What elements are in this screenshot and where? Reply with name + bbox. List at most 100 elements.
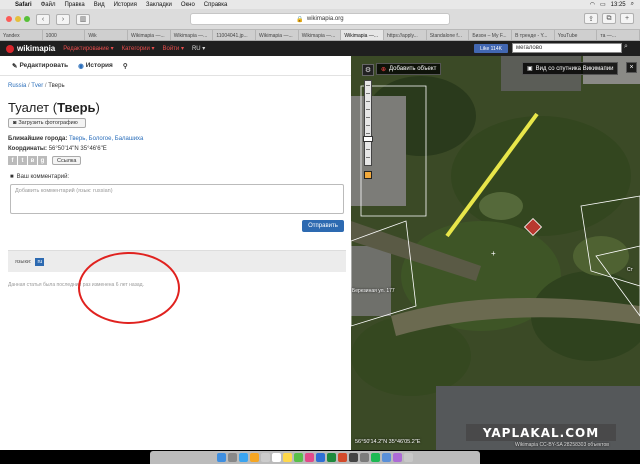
- menu-categories[interactable]: Категории ▾: [122, 45, 155, 52]
- traffic-lights: [6, 16, 30, 22]
- zoom-tick: [366, 85, 370, 86]
- satellite-view-button[interactable]: ▣ Вид со спутника Викимапии: [522, 62, 619, 75]
- mail-icon[interactable]: [250, 453, 259, 462]
- upload-photo-button[interactable]: ◙ Загрузить фотографию: [8, 118, 86, 128]
- comment-label: Ваш комментарий:: [16, 174, 70, 180]
- comment-textarea[interactable]: Добавить комментарий (язык: russian): [10, 184, 344, 214]
- menu-safari[interactable]: Safari: [15, 2, 32, 8]
- skype-icon[interactable]: [382, 453, 391, 462]
- add-object-button[interactable]: ⊕ Добавить объект: [376, 63, 442, 75]
- browser-tab[interactable]: Standalone f...: [427, 30, 470, 40]
- zoom-slider-knob[interactable]: [363, 136, 373, 142]
- browser-tab[interactable]: В тренде - Y...: [512, 30, 555, 40]
- zoom-tick: [366, 149, 370, 150]
- coordinates-value: 56°50'14"N 35°46'6"E: [48, 146, 107, 152]
- browser-tab[interactable]: Wikimapia —...: [128, 30, 171, 40]
- new-tab-button[interactable]: +: [620, 13, 634, 24]
- minimize-window-icon[interactable]: [15, 16, 21, 22]
- excel-icon[interactable]: [327, 453, 336, 462]
- browser-tab[interactable]: Wikimapia —...: [299, 30, 342, 40]
- wifi-icon[interactable]: ◠: [590, 1, 595, 8]
- history-tool-label: История: [85, 62, 113, 69]
- menu-view[interactable]: Вид: [94, 2, 105, 8]
- browser-tab-active[interactable]: Wikimapia —...: [341, 30, 385, 40]
- close-icon[interactable]: ×: [626, 62, 637, 73]
- share-button[interactable]: ⇪: [584, 13, 598, 24]
- pin-icon[interactable]: ⚲: [123, 62, 128, 70]
- powerpoint-icon[interactable]: [338, 453, 347, 462]
- browser-tab[interactable]: Yandex: [0, 30, 43, 40]
- menu-history[interactable]: История: [114, 2, 137, 8]
- zoom-slider[interactable]: [364, 80, 372, 166]
- menu-bookmarks[interactable]: Закладки: [146, 2, 172, 8]
- browser-tab[interactable]: Wikimapia —...: [171, 30, 214, 40]
- add-object-label: Добавить объект: [389, 66, 437, 72]
- history-tool[interactable]: ◉ История: [78, 62, 113, 70]
- map-imagery[interactable]: +: [351, 56, 640, 450]
- finder-icon[interactable]: [217, 453, 226, 462]
- search-icon[interactable]: ⌕: [624, 43, 636, 53]
- tabs-overview-button[interactable]: ⧉: [602, 13, 616, 24]
- search-input[interactable]: мегалово: [512, 43, 622, 53]
- title-main: Туалет (: [8, 100, 58, 115]
- language-chip[interactable]: ru: [35, 257, 45, 266]
- browser-tab[interactable]: 1000: [43, 30, 86, 40]
- globe-icon: ◉: [78, 62, 84, 70]
- forward-button[interactable]: ›: [56, 13, 70, 25]
- vk-icon[interactable]: в: [28, 156, 37, 165]
- zoom-window-icon[interactable]: [24, 16, 30, 22]
- safari-icon[interactable]: [239, 453, 248, 462]
- terminal-icon[interactable]: [349, 453, 358, 462]
- share-link-button[interactable]: Ссылка: [52, 156, 82, 165]
- twitter-icon[interactable]: t: [18, 156, 27, 165]
- menu-window[interactable]: Окно: [181, 2, 195, 8]
- battery-icon[interactable]: ▭: [600, 1, 606, 8]
- map-settings-icon[interactable]: ⚙: [362, 64, 374, 76]
- sidebar-button[interactable]: ▥: [76, 13, 90, 25]
- contacts-icon[interactable]: [261, 453, 270, 462]
- launchpad-icon[interactable]: [228, 453, 237, 462]
- language-select[interactable]: RU ▾: [192, 45, 205, 52]
- facebook-icon[interactable]: f: [8, 156, 17, 165]
- satellite-map[interactable]: + ⚙ ⊕ Добавить объект ▣ Вид со спутника …: [351, 56, 640, 450]
- map-layer-toggle[interactable]: [364, 171, 372, 179]
- facebook-like-button[interactable]: Like 114K: [474, 44, 508, 53]
- address-bar[interactable]: 🔒 wikimapia.org: [190, 13, 450, 25]
- address-text: wikimapia.org: [306, 16, 344, 22]
- edit-tool[interactable]: ✎ Редактировать: [12, 62, 68, 70]
- browser-tab[interactable]: Wikimapia —...: [256, 30, 299, 40]
- photos-icon[interactable]: [305, 453, 314, 462]
- itunes-icon[interactable]: [393, 453, 402, 462]
- trash-icon[interactable]: [404, 453, 413, 462]
- breadcrumb-link[interactable]: Tver: [31, 83, 43, 89]
- edit-tool-label: Редактировать: [19, 62, 69, 69]
- close-window-icon[interactable]: [6, 16, 12, 22]
- pencil-icon: ✎: [12, 62, 18, 70]
- menu-edit[interactable]: Правка: [64, 2, 84, 8]
- calendar-icon[interactable]: [272, 453, 281, 462]
- settings-icon[interactable]: [360, 453, 369, 462]
- menu-login[interactable]: Войти ▾: [162, 45, 183, 52]
- clock[interactable]: 13:25: [611, 2, 626, 8]
- place-panel: ✎ Редактировать ◉ История ⚲ Russia / Tve…: [0, 56, 351, 450]
- send-comment-button[interactable]: Отправить: [302, 220, 344, 232]
- back-button[interactable]: ‹: [36, 13, 50, 25]
- browser-tab[interactable]: YouTube: [555, 30, 598, 40]
- search-icon[interactable]: ⌕: [631, 1, 634, 8]
- spotify-icon[interactable]: [371, 453, 380, 462]
- browser-tab[interactable]: Wik: [85, 30, 129, 40]
- menu-help[interactable]: Справка: [204, 2, 228, 8]
- browser-tab[interactable]: Бизон – My F...: [469, 30, 513, 40]
- comment-heading: ■ Ваш комментарий:: [10, 174, 69, 180]
- breadcrumb-link[interactable]: Russia: [8, 83, 26, 89]
- menu-editing[interactable]: Редактирование ▾: [63, 45, 113, 52]
- browser-tab[interactable]: https://apply...: [384, 30, 427, 40]
- wikimapia-logo[interactable]: wikimapia: [6, 44, 55, 53]
- google-plus-icon[interactable]: g: [38, 156, 47, 165]
- menu-file[interactable]: Файл: [41, 2, 56, 8]
- notes-icon[interactable]: [283, 453, 292, 462]
- word-icon[interactable]: [316, 453, 325, 462]
- messages-icon[interactable]: [294, 453, 303, 462]
- browser-tab[interactable]: та —...: [597, 30, 640, 40]
- browser-tab[interactable]: 11004041.jp...: [213, 30, 257, 40]
